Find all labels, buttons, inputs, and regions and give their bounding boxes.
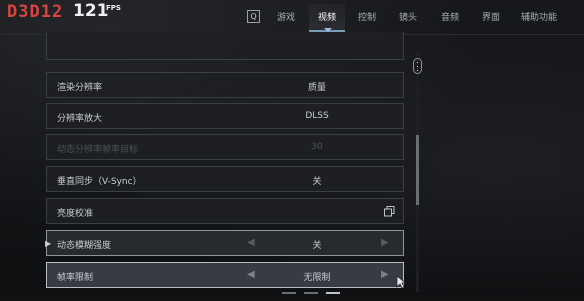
setting-label: 动态分辨率帧率目标 xyxy=(57,145,139,155)
top-bar: D3D12 121 FPS Q 游戏 视频 控制 镜头 音频 界面 辅助功能 xyxy=(0,0,584,34)
mouse-cursor-icon xyxy=(396,275,406,289)
tab-audio[interactable]: 音频 xyxy=(441,10,459,23)
setting-upscaling[interactable]: 分辨率放大 DLSS xyxy=(46,103,404,129)
scrollbar-thumb[interactable] xyxy=(416,135,419,205)
scroll-handle-icon[interactable] xyxy=(413,58,422,74)
setting-dynamic-resolution-target: 动态分辨率帧率目标 30 xyxy=(46,134,404,160)
setting-label: 分辨率放大 xyxy=(57,114,103,124)
tab-game[interactable]: 游戏 xyxy=(277,10,295,23)
prev-tab-key-hint[interactable]: Q xyxy=(247,10,260,23)
setting-value: 关 xyxy=(312,241,322,251)
copy-icon[interactable] xyxy=(384,206,395,217)
tab-interface[interactable]: 界面 xyxy=(482,10,500,23)
settings-row-partial xyxy=(46,32,404,60)
setting-value: 关 xyxy=(312,177,322,187)
row-marker-icon: ▶ xyxy=(45,239,52,248)
tab-video[interactable]: 视频 xyxy=(318,10,336,23)
setting-render-resolution[interactable]: 渲染分辨率 质量 xyxy=(46,72,404,98)
setting-value: DLSS xyxy=(305,111,329,121)
setting-label: 动态模糊强度 xyxy=(57,241,112,251)
setting-label: 帧率限制 xyxy=(57,273,94,283)
arrow-right-icon[interactable]: ▶ xyxy=(381,237,389,248)
setting-label: 渲染分辨率 xyxy=(57,83,103,93)
arrow-right-icon[interactable]: ▶ xyxy=(381,269,389,280)
tab-accessibility[interactable]: 辅助功能 xyxy=(521,10,557,23)
fps-counter: 121 xyxy=(73,1,109,21)
graphics-api-label: D3D12 xyxy=(7,2,64,22)
setting-brightness-calibration[interactable]: 亮度校准 xyxy=(46,198,404,224)
tab-camera[interactable]: 镜头 xyxy=(399,10,417,23)
setting-motion-blur[interactable]: ▶ 动态模糊强度 ◀ 关 ▶ xyxy=(45,230,404,256)
tab-controls[interactable]: 控制 xyxy=(358,10,376,23)
page-dot-active xyxy=(326,291,341,294)
page-dot xyxy=(282,291,296,294)
fps-unit: FPS xyxy=(106,4,121,12)
setting-label: 亮度校准 xyxy=(57,209,94,219)
page-indicator xyxy=(282,282,343,301)
setting-value: 质量 xyxy=(307,83,326,93)
setting-frame-rate-limit[interactable]: 帧率限制 ◀ 无限制 ▶ xyxy=(46,262,404,288)
page-dot xyxy=(304,291,319,294)
setting-vsync[interactable]: 垂直同步（V-Sync） 关 xyxy=(46,166,404,192)
setting-label: 垂直同步（V-Sync） xyxy=(57,177,142,187)
setting-value: 30 xyxy=(311,142,323,152)
